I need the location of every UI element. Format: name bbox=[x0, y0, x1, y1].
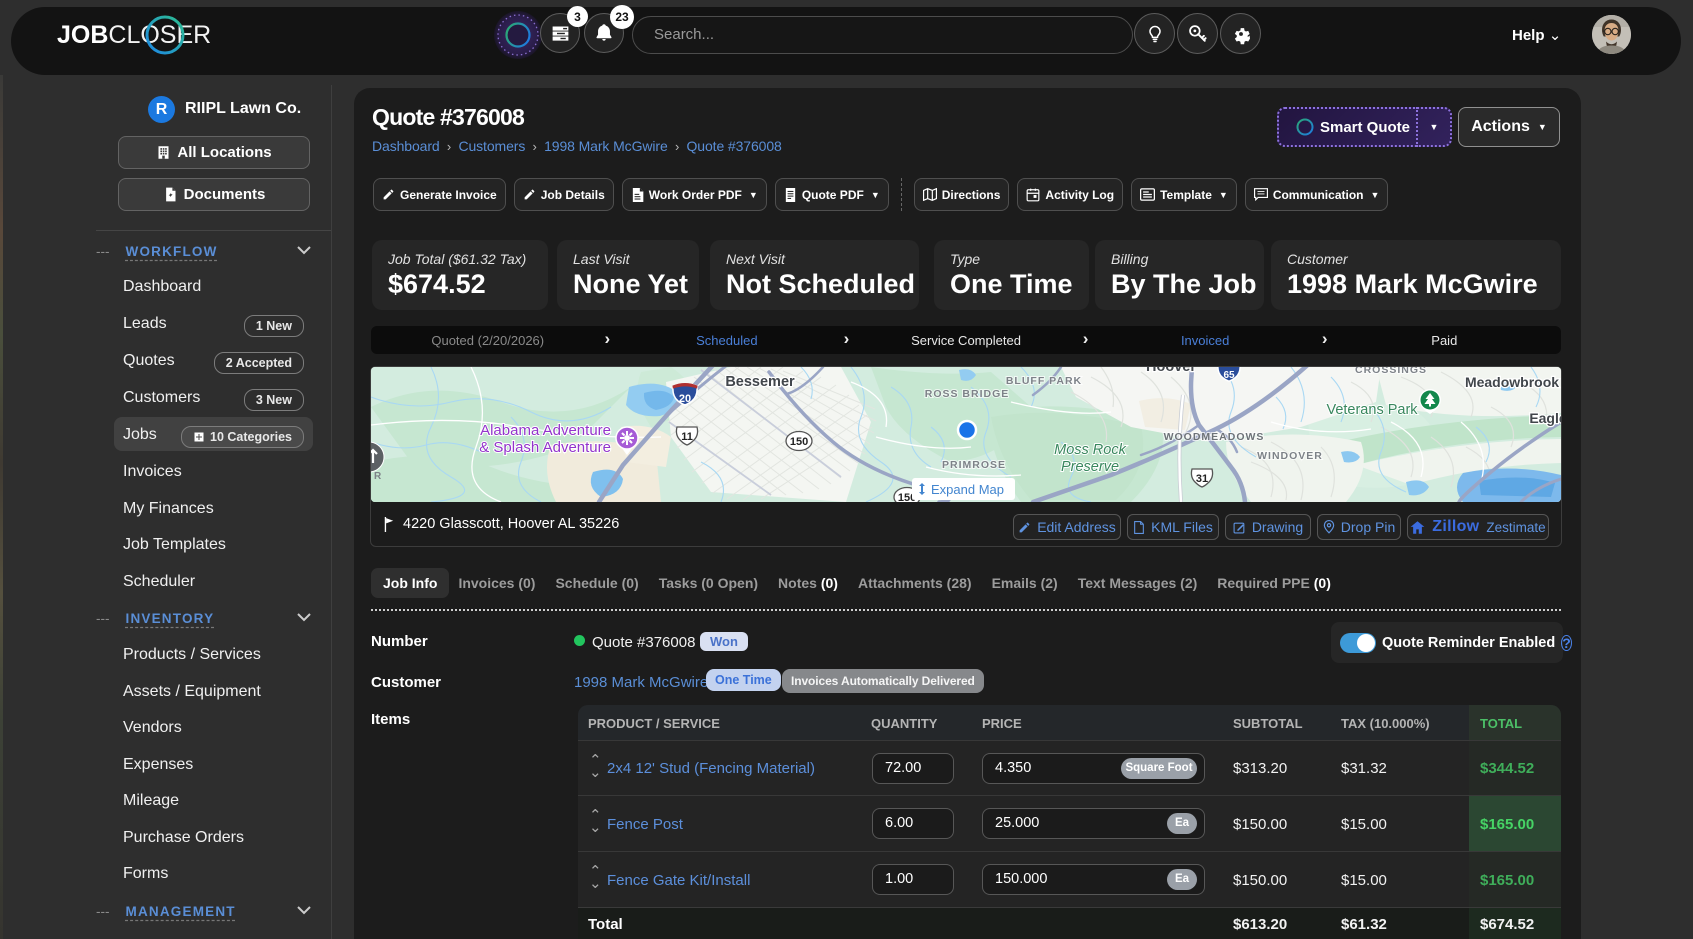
svg-text:11: 11 bbox=[681, 431, 693, 443]
svg-text:Veterans Park: Veterans Park bbox=[1326, 402, 1418, 418]
svg-text:Moss Rock: Moss Rock bbox=[1054, 442, 1126, 458]
svg-text:Expand Map: Expand Map bbox=[931, 482, 1004, 497]
svg-text:WOODMEADOWS: WOODMEADOWS bbox=[1164, 431, 1265, 443]
svg-text:Hoover: Hoover bbox=[1146, 367, 1196, 375]
svg-text:WINDOVER: WINDOVER bbox=[1257, 450, 1323, 462]
svg-text:Preserve: Preserve bbox=[1061, 459, 1119, 475]
svg-text:Meadowbrook: Meadowbrook bbox=[1465, 374, 1559, 390]
svg-text:PRIMROSE: PRIMROSE bbox=[942, 459, 1006, 471]
svg-text:65: 65 bbox=[1223, 370, 1235, 381]
svg-text:20: 20 bbox=[679, 393, 691, 405]
svg-text:Alabama Adventure: Alabama Adventure bbox=[480, 422, 611, 439]
svg-text:BLUFF PARK: BLUFF PARK bbox=[1006, 375, 1082, 387]
svg-text:CROSSINGS: CROSSINGS bbox=[1355, 367, 1427, 376]
svg-text:& Splash Adventure: & Splash Adventure bbox=[479, 439, 611, 456]
svg-text:Bessemer: Bessemer bbox=[725, 374, 795, 390]
svg-text:Eagle: Eagle bbox=[1529, 410, 1561, 426]
svg-text:31: 31 bbox=[1196, 473, 1208, 485]
svg-text:ROSS BRIDGE: ROSS BRIDGE bbox=[925, 388, 1010, 400]
svg-text:R: R bbox=[374, 471, 382, 482]
svg-text:150: 150 bbox=[790, 436, 808, 448]
